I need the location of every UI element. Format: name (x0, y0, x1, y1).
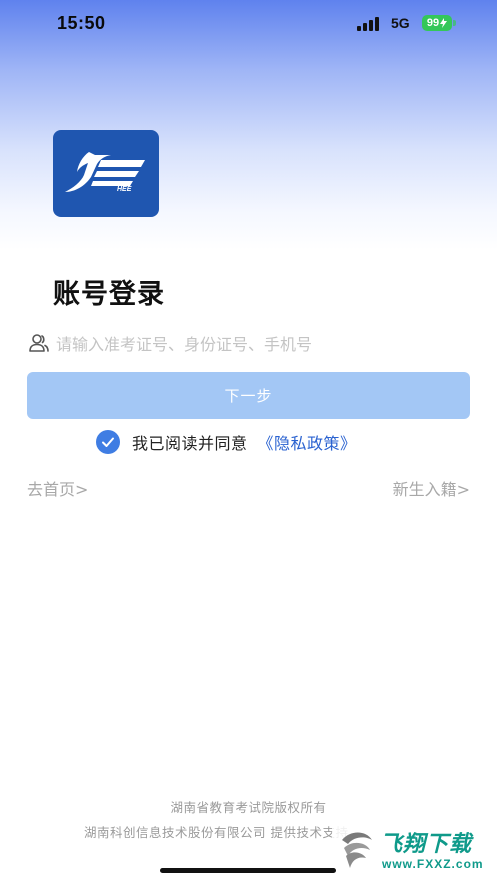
page-title: 账号登录 (53, 279, 165, 310)
watermark-name: 飞翔下载 (380, 832, 473, 857)
agreement-text: 我已阅读并同意 (132, 434, 248, 453)
battery-tip (453, 20, 456, 26)
battery-icon: 99 (422, 15, 452, 31)
signal-icon (357, 17, 383, 31)
charging-icon (440, 18, 448, 28)
status-time: 15:50 (57, 13, 106, 33)
status-bar: 15:50 5G 99 (0, 0, 497, 48)
watermark-logo-icon (342, 832, 372, 868)
go-home-link[interactable]: 去首页> (27, 476, 88, 500)
user-icon (29, 334, 49, 352)
agreement-row: 我已阅读并同意 《隐私政策》 (96, 430, 357, 454)
app-logo: HEE (53, 130, 159, 217)
agreement-checkbox[interactable] (96, 430, 120, 454)
copyright-text: 湖南省教育考试院版权所有 (170, 800, 327, 815)
new-student-enroll-link[interactable]: 新生入籍> (393, 476, 470, 500)
account-input[interactable] (56, 330, 470, 358)
logo-text: HEE (117, 186, 132, 193)
battery-level: 99 (426, 17, 440, 29)
app-logo-icon (65, 152, 145, 192)
watermark-url: www.FXXZ.com (382, 857, 484, 871)
watermark: 飞翔下载 www.FXXZ.com (332, 822, 494, 880)
network-type: 5G (391, 15, 410, 31)
tech-support-text: 湖南科创信息技术股份有限公司 提供技术支持 (84, 825, 349, 840)
privacy-policy-link[interactable]: 《隐私政策》 (258, 430, 357, 454)
login-screen: 15:50 5G 99 HEE 账号登录 请输入准考证号、身份证号、手机号 下一… (0, 0, 497, 883)
next-button[interactable]: 下一步 (27, 372, 470, 419)
home-indicator[interactable] (160, 868, 336, 873)
check-icon (102, 437, 114, 447)
